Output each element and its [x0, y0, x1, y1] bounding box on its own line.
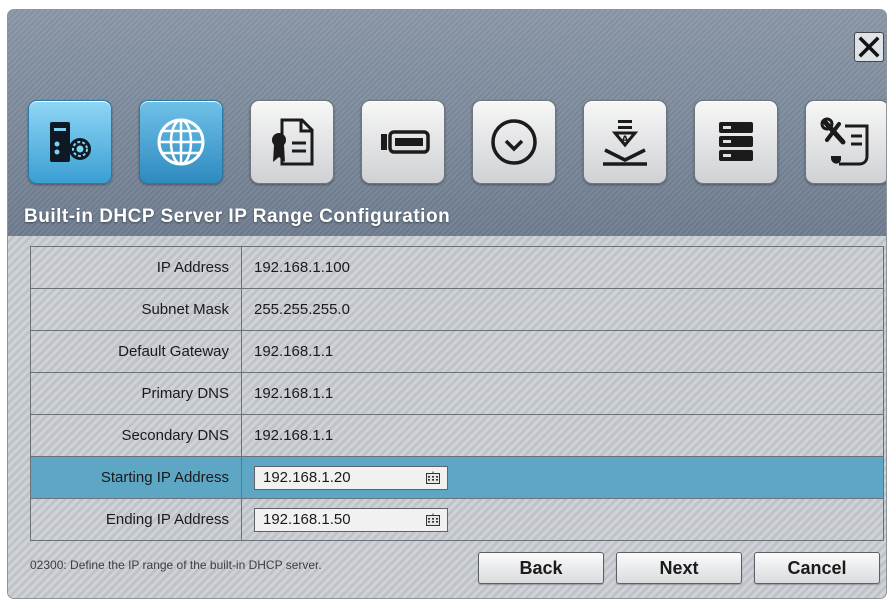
starting-ip-label: Starting IP Address — [30, 456, 242, 499]
content-panel: IP Address 192.168.1.100 Subnet Mask 255… — [8, 236, 886, 598]
toolbar-button-disks[interactable] — [694, 100, 778, 184]
row-value: 255.255.255.0 — [241, 288, 884, 331]
toolbar-button-time[interactable] — [472, 100, 556, 184]
ending-ip-label: Ending IP Address — [30, 498, 242, 541]
toolbar-button-install[interactable]: A — [583, 100, 667, 184]
row-value: 192.168.1.1 — [241, 414, 884, 457]
keyboard-icon[interactable] — [426, 513, 440, 526]
table-row: Primary DNS 192.168.1.1 — [30, 372, 884, 415]
back-button[interactable]: Back — [478, 552, 604, 584]
row-value: 192.168.1.1 — [241, 330, 884, 373]
svg-text:A: A — [622, 135, 629, 145]
row-label: Subnet Mask — [30, 288, 242, 331]
toolbar-button-network[interactable] — [139, 100, 223, 184]
row-label: Secondary DNS — [30, 414, 242, 457]
table-row: Default Gateway 192.168.1.1 — [30, 330, 884, 373]
ending-ip-value: 192.168.1.50 — [263, 511, 351, 528]
next-button[interactable]: Next — [616, 552, 742, 584]
download-tray-icon: A — [603, 120, 647, 166]
globe-icon — [157, 118, 205, 166]
row-label: Default Gateway — [30, 330, 242, 373]
config-table: IP Address 192.168.1.100 Subnet Mask 255… — [30, 246, 884, 541]
row-value: 192.168.1.1 — [241, 372, 884, 415]
stacked-storage-icon — [719, 122, 753, 161]
tools-scroll-icon — [820, 117, 869, 166]
toolbar-button-server[interactable] — [28, 100, 112, 184]
toolbar-button-tools[interactable] — [805, 100, 886, 184]
cancel-button[interactable]: Cancel — [754, 552, 880, 584]
dhcp-config-window: A Built-in DHCP Server IP Range Configur… — [8, 10, 886, 598]
starting-ip-cell: 192.168.1.20 — [241, 456, 884, 499]
table-row: IP Address 192.168.1.100 — [30, 246, 884, 289]
window-header: A Built-in DHCP Server IP Range Configur… — [8, 10, 886, 236]
help-text: 02300: Define the IP range of the built-… — [30, 558, 322, 572]
keyboard-icon[interactable] — [426, 471, 440, 484]
page-title: Built-in DHCP Server IP Range Configurat… — [24, 206, 451, 227]
storage-device-icon — [381, 130, 430, 154]
close-button[interactable] — [854, 32, 884, 62]
ending-ip-cell: 192.168.1.50 — [241, 498, 884, 541]
close-icon — [858, 36, 880, 58]
table-row: Subnet Mask 255.255.255.0 — [30, 288, 884, 331]
certificate-icon — [272, 118, 314, 166]
ending-ip-row[interactable]: Ending IP Address 192.168.1.50 — [30, 498, 884, 541]
toolbar-button-storage[interactable] — [361, 100, 445, 184]
starting-ip-input[interactable]: 192.168.1.20 — [254, 465, 448, 490]
row-label: Primary DNS — [30, 372, 242, 415]
clock-icon — [491, 119, 537, 165]
row-label: IP Address — [30, 246, 242, 289]
server-settings-icon — [50, 122, 91, 162]
table-row: Secondary DNS 192.168.1.1 — [30, 414, 884, 457]
ending-ip-input[interactable]: 192.168.1.50 — [254, 507, 448, 532]
toolbar-button-certificate[interactable] — [250, 100, 334, 184]
starting-ip-row[interactable]: Starting IP Address 192.168.1.20 — [30, 456, 884, 499]
row-value: 192.168.1.100 — [241, 246, 884, 289]
starting-ip-value: 192.168.1.20 — [263, 469, 351, 486]
